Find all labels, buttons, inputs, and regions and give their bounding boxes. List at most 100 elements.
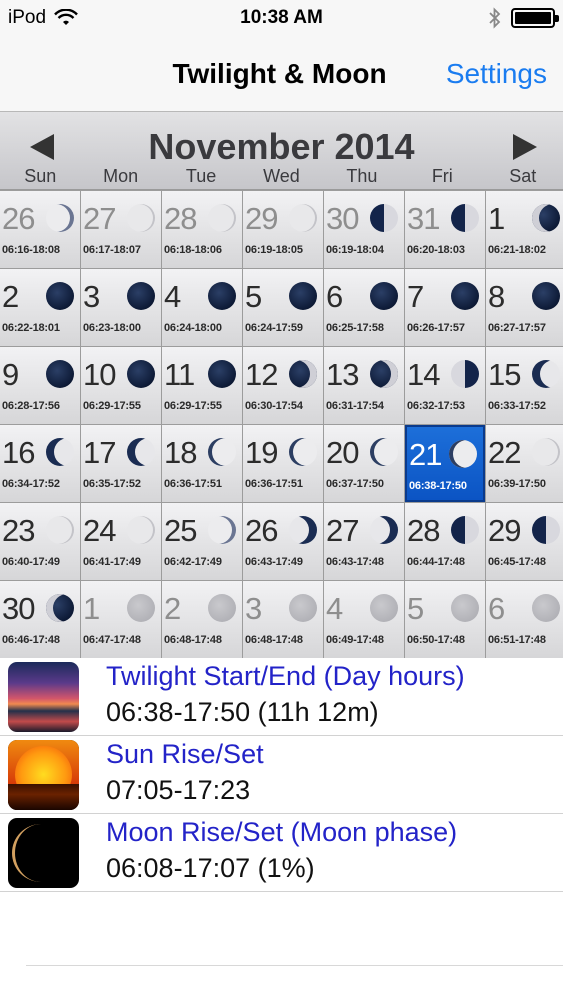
calendar-day[interactable]: 20 06:37-17:50	[324, 425, 404, 502]
moon-phase-icon	[46, 438, 74, 466]
moon-value: 06:08-17:07 (1%)	[106, 853, 315, 883]
moon-phase-icon	[46, 282, 74, 310]
calendar-day[interactable]: 10 06:29-17:55	[81, 347, 161, 424]
calendar-day[interactable]: 4 06:24-18:00	[162, 269, 242, 346]
day-times: 06:28-17:56	[2, 400, 60, 412]
calendar-day[interactable]: 30 06:19-18:04	[324, 191, 404, 268]
day-number: 5	[245, 279, 262, 314]
day-times: 06:20-18:03	[407, 244, 465, 256]
day-number: 19	[245, 435, 278, 470]
twilight-row[interactable]: Twilight Start/End (Day hours) 06:38-17:…	[0, 658, 563, 736]
moon-phase-icon	[532, 516, 560, 544]
calendar-day[interactable]: 29 06:45-17:48	[486, 503, 563, 580]
day-times: 06:16-18:08	[2, 244, 60, 256]
calendar-grid: 26 06:16-18:08 27 06:17-18:07 28 06:18-18:06 2…	[0, 190, 563, 658]
settings-button[interactable]: Settings	[446, 58, 547, 90]
calendar-day[interactable]: 12 06:30-17:54	[243, 347, 323, 424]
moon-phase-icon	[208, 282, 236, 310]
day-times: 06:43-17:49	[245, 556, 303, 568]
day-times: 06:19-18:05	[245, 244, 303, 256]
day-times: 06:36-17:51	[164, 478, 222, 490]
moon-phase-icon	[289, 516, 317, 544]
sun-row[interactable]: Sun Rise/Set 07:05-17:23	[0, 736, 563, 814]
day-times: 06:22-18:01	[2, 322, 60, 334]
moon-phase-icon	[289, 438, 317, 466]
moon-phase-icon	[451, 594, 479, 622]
day-number: 1	[83, 591, 100, 626]
calendar-day[interactable]: 15 06:33-17:52	[486, 347, 563, 424]
calendar-day[interactable]: 27 06:43-17:48	[324, 503, 404, 580]
day-number: 12	[245, 357, 278, 392]
day-times: 06:19-18:04	[326, 244, 384, 256]
calendar-day[interactable]: 14 06:32-17:53	[405, 347, 485, 424]
calendar-day[interactable]: 25 06:42-17:49	[162, 503, 242, 580]
calendar-day[interactable]: 17 06:35-17:52	[81, 425, 161, 502]
calendar-day[interactable]: 27 06:17-18:07	[81, 191, 161, 268]
calendar-day[interactable]: 26 06:43-17:49	[243, 503, 323, 580]
calendar-day[interactable]: 13 06:31-17:54	[324, 347, 404, 424]
calendar-day[interactable]: 9 06:28-17:56	[0, 347, 80, 424]
calendar-day[interactable]: 1 06:47-17:48	[81, 581, 161, 658]
weekday-header: Sun Mon Tue Wed Thu Fri Sat	[0, 166, 563, 187]
day-times: 06:33-17:52	[488, 400, 546, 412]
moon-phase-icon	[208, 594, 236, 622]
calendar-day[interactable]: 6 06:51-17:48	[486, 581, 563, 658]
moon-phase-icon	[46, 360, 74, 388]
day-times: 06:45-17:48	[488, 556, 546, 568]
calendar-day[interactable]: 3 06:48-17:48	[243, 581, 323, 658]
calendar-day[interactable]: 18 06:36-17:51	[162, 425, 242, 502]
moon-phase-icon	[532, 594, 560, 622]
day-times: 06:18-18:06	[164, 244, 222, 256]
day-number: 3	[245, 591, 262, 626]
status-right	[489, 7, 559, 29]
moon-row[interactable]: Moon Rise/Set (Moon phase) 06:08-17:07 (…	[0, 814, 563, 892]
calendar-day[interactable]: 11 06:29-17:55	[162, 347, 242, 424]
calendar-day[interactable]: 1 06:21-18:02	[486, 191, 563, 268]
calendar-day[interactable]: 26 06:16-18:08	[0, 191, 80, 268]
day-number: 5	[407, 591, 424, 626]
day-times: 06:30-17:54	[245, 400, 303, 412]
day-number: 9	[2, 357, 19, 392]
calendar-day[interactable]: 5 06:24-17:59	[243, 269, 323, 346]
sun-value: 07:05-17:23	[106, 775, 251, 805]
weekday-label: Sun	[24, 166, 57, 186]
day-times: 06:17-18:07	[83, 244, 141, 256]
calendar-day[interactable]: 30 06:46-17:48	[0, 581, 80, 658]
moon-phase-icon	[370, 594, 398, 622]
day-number: 21	[409, 437, 442, 472]
calendar-day[interactable]: 3 06:23-18:00	[81, 269, 161, 346]
calendar-day[interactable]: 28 06:18-18:06	[162, 191, 242, 268]
calendar-day[interactable]: 28 06:44-17:48	[405, 503, 485, 580]
calendar-day[interactable]: 24 06:41-17:49	[81, 503, 161, 580]
day-number: 2	[2, 279, 19, 314]
calendar-day[interactable]: 7 06:26-17:57	[405, 269, 485, 346]
calendar-day[interactable]: 22 06:39-17:50	[486, 425, 563, 502]
calendar-day[interactable]: 16 06:34-17:52	[0, 425, 80, 502]
status-time: 10:38 AM	[240, 7, 323, 28]
moon-phase-icon	[46, 594, 74, 622]
calendar-day[interactable]: 8 06:27-17:57	[486, 269, 563, 346]
day-number: 27	[326, 513, 359, 548]
day-times: 06:23-18:00	[83, 322, 141, 334]
calendar-day[interactable]: 4 06:49-17:48	[324, 581, 404, 658]
next-month-button[interactable]	[513, 134, 537, 160]
day-times: 06:27-17:57	[488, 322, 546, 334]
moon-phase-icon	[370, 516, 398, 544]
day-number: 6	[326, 279, 343, 314]
calendar-day[interactable]: 5 06:50-17:48	[405, 581, 485, 658]
calendar-day[interactable]: 23 06:40-17:49	[0, 503, 80, 580]
weekday-label: Sat	[509, 166, 537, 186]
calendar-day[interactable]: 2 06:48-17:48	[162, 581, 242, 658]
day-number: 4	[326, 591, 343, 626]
weekday-label: Thu	[346, 166, 378, 186]
moon-phase-icon	[127, 360, 155, 388]
nav-bar: Twilight & Moon Settings	[0, 38, 563, 112]
calendar-day-selected[interactable]: 21 06:38-17:50	[405, 425, 485, 502]
calendar-day[interactable]: 29 06:19-18:05	[243, 191, 323, 268]
battery-icon	[511, 8, 559, 28]
month-title: November 2014	[148, 126, 415, 167]
calendar-day[interactable]: 6 06:25-17:58	[324, 269, 404, 346]
calendar-day[interactable]: 2 06:22-18:01	[0, 269, 80, 346]
calendar-day[interactable]: 31 06:20-18:03	[405, 191, 485, 268]
calendar-day[interactable]: 19 06:36-17:51	[243, 425, 323, 502]
